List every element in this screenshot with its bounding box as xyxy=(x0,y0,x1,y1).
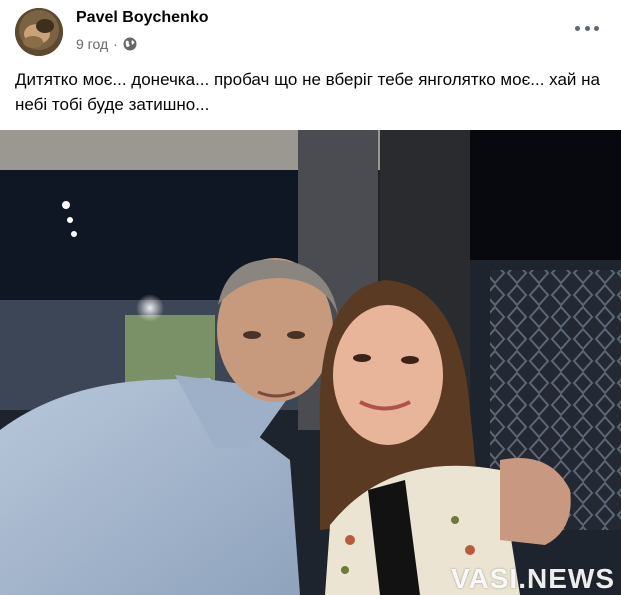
post-time[interactable]: 9 год xyxy=(76,36,108,52)
watermark: VASI.NEWS xyxy=(450,563,615,594)
more-options-icon[interactable] xyxy=(575,18,599,38)
post-header: Pavel Boychenko 9 год · xyxy=(0,0,621,62)
post-meta: 9 год · xyxy=(76,36,137,52)
post-text: Дитятко моє... донечка... пробач що не в… xyxy=(15,70,600,114)
post-photo[interactable]: VASI.NEWS xyxy=(0,130,621,595)
author-name[interactable]: Pavel Boychenko xyxy=(76,9,209,27)
avatar[interactable] xyxy=(15,8,63,56)
globe-icon[interactable] xyxy=(123,37,137,51)
photo-illustration xyxy=(0,130,621,595)
meta-separator: · xyxy=(113,36,118,52)
